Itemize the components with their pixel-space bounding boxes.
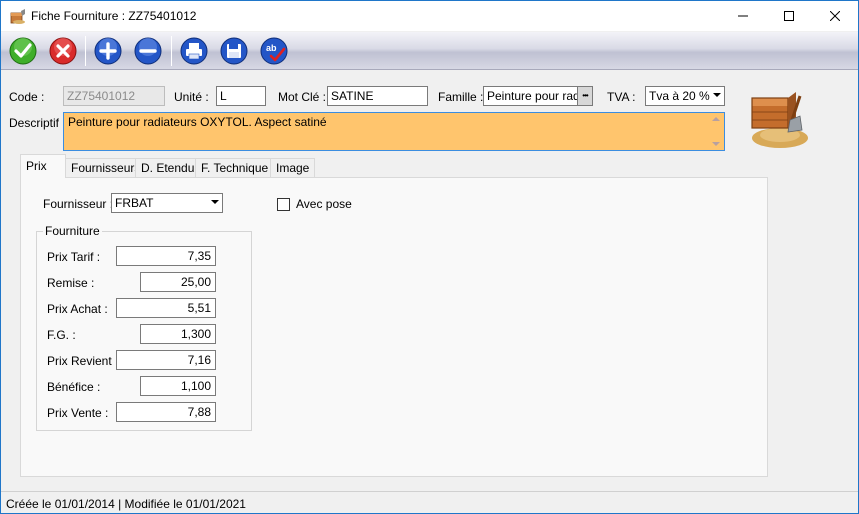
prix-tarif-label: Prix Tarif :	[47, 250, 101, 264]
add-button[interactable]	[93, 36, 123, 66]
fg-label: F.G. :	[47, 328, 76, 342]
descriptif-text: Peinture pour radiateurs OXYTOL. Aspect …	[68, 115, 327, 129]
code-field: ZZ75401012	[63, 86, 165, 106]
close-icon	[830, 11, 840, 21]
title-bar: Fiche Fourniture : ZZ75401012	[1, 1, 858, 31]
prix-achat-field[interactable]: 5,51	[116, 298, 216, 318]
fourniture-group-title: Fourniture	[43, 224, 102, 238]
remise-field[interactable]: 25,00	[140, 272, 216, 292]
tva-value: Tva à 20 %	[649, 89, 710, 103]
scroll-down-icon	[712, 142, 720, 146]
tva-label: TVA :	[607, 90, 636, 104]
svg-text:ab: ab	[266, 43, 277, 53]
printer-icon	[180, 37, 208, 65]
avec-pose-label: Avec pose	[296, 197, 352, 211]
maximize-icon	[784, 11, 794, 21]
remise-label: Remise :	[47, 276, 95, 290]
mot-cle-label: Mot Clé :	[278, 90, 327, 104]
fournisseur-select[interactable]: FRBAT	[111, 193, 223, 213]
unite-field[interactable]: L	[216, 86, 266, 106]
remove-button[interactable]	[133, 36, 163, 66]
prix-revient-field[interactable]: 7,16	[116, 350, 216, 370]
famille-field[interactable]: Peinture pour radia	[483, 86, 577, 106]
minimize-icon	[738, 15, 748, 17]
cancel-icon	[49, 37, 77, 65]
prix-tarif-field[interactable]: 7,35	[116, 246, 216, 266]
cancel-button[interactable]	[48, 36, 78, 66]
famille-browse-button[interactable]: •••	[577, 86, 593, 106]
spellcheck-icon: ab	[260, 37, 288, 65]
tab-prix[interactable]: Prix	[20, 154, 66, 178]
prix-revient-label: Prix Revient :	[47, 354, 119, 368]
status-bar: Créée le 01/01/2014 | Modifiée le 01/01/…	[1, 491, 858, 513]
prix-vente-field[interactable]: 7,88	[116, 402, 216, 422]
status-text: Créée le 01/01/2014 | Modifiée le 01/01/…	[6, 497, 246, 511]
close-button[interactable]	[812, 1, 858, 31]
save-button[interactable]	[219, 36, 249, 66]
unite-label: Unité :	[174, 90, 209, 104]
benefice-field[interactable]: 1,100	[140, 376, 216, 396]
toolbar: ab	[1, 32, 858, 70]
famille-label: Famille :	[438, 90, 484, 104]
tab-d-etendu[interactable]: D. Etendu	[135, 158, 201, 177]
descriptif-scrollbar[interactable]	[708, 113, 724, 150]
descriptif-label: Descriptif :	[9, 116, 66, 130]
benefice-label: Bénéfice :	[47, 380, 101, 394]
descriptif-textarea[interactable]: Peinture pour radiateurs OXYTOL. Aspect …	[63, 112, 725, 151]
box-icon	[10, 9, 25, 24]
checkmark-icon	[9, 37, 37, 65]
maximize-button[interactable]	[766, 1, 812, 31]
tva-select[interactable]: Tva à 20 %	[645, 86, 725, 106]
window-title: Fiche Fourniture : ZZ75401012	[31, 9, 197, 23]
tab-image[interactable]: Image	[270, 158, 316, 177]
validate-button[interactable]	[8, 36, 38, 66]
minimize-button[interactable]	[720, 1, 766, 31]
fournisseur-label: Fournisseur :	[43, 197, 114, 211]
fg-field[interactable]: 1,300	[140, 324, 216, 344]
window: Fiche Fourniture : ZZ75401012 ab Code: …	[0, 0, 859, 514]
mot-cle-field[interactable]: SATINE	[327, 86, 428, 106]
tab-f-technique[interactable]: F. Technique	[195, 158, 275, 177]
prix-achat-label: Prix Achat :	[47, 302, 108, 316]
prix-vente-label: Prix Vente :	[47, 406, 109, 420]
avec-pose-checkbox[interactable]	[277, 198, 290, 211]
product-crate-image	[751, 92, 808, 148]
chevron-down-icon	[713, 93, 721, 97]
print-button[interactable]	[179, 36, 209, 66]
minus-icon	[134, 37, 162, 65]
chevron-down-icon	[211, 200, 219, 204]
spellcheck-button[interactable]: ab	[259, 36, 289, 66]
scroll-up-icon	[712, 117, 720, 121]
code-label: Code :	[9, 90, 45, 104]
floppy-disk-icon	[220, 37, 248, 65]
fournisseur-value: FRBAT	[115, 196, 154, 210]
plus-icon	[94, 37, 122, 65]
